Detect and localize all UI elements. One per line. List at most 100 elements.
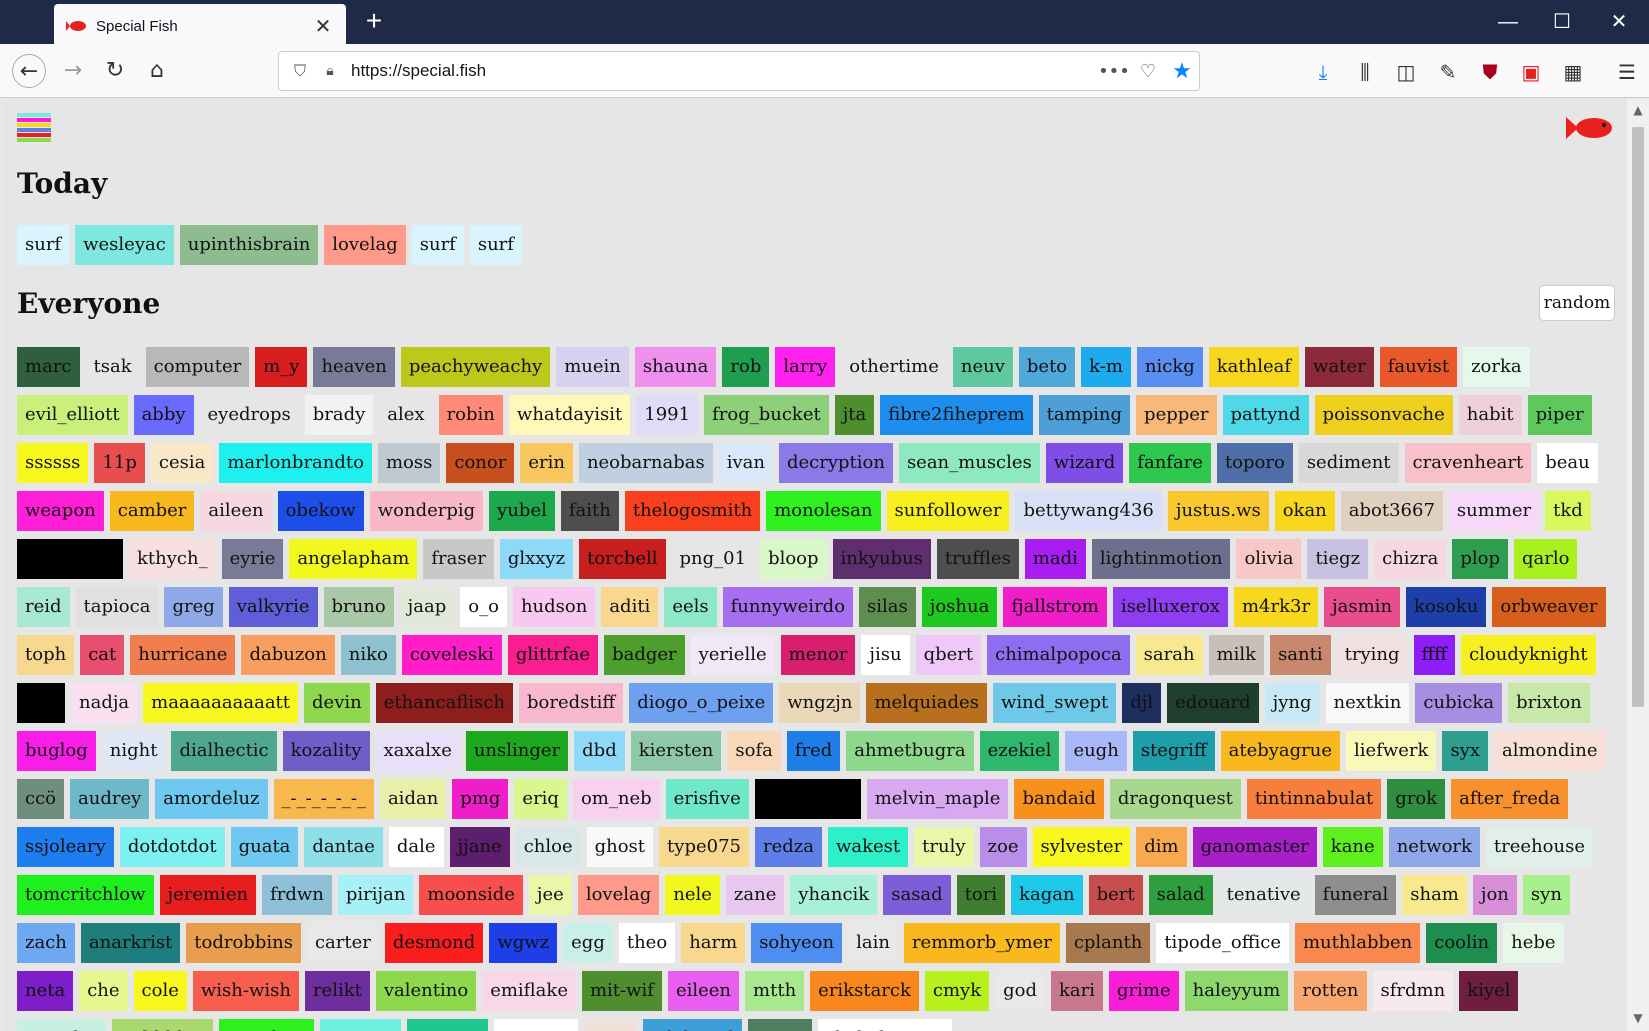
user-chip[interactable]: piper bbox=[1527, 395, 1592, 435]
user-chip[interactable]: olivia bbox=[1236, 539, 1302, 579]
user-chip[interactable]: zane bbox=[725, 875, 785, 915]
user-chip[interactable]: cole bbox=[133, 971, 187, 1011]
user-chip[interactable]: tsak bbox=[85, 347, 140, 387]
user-chip[interactable]: eyedrops bbox=[199, 395, 299, 435]
user-chip[interactable]: ezekiel bbox=[979, 731, 1060, 771]
user-chip[interactable]: bloop bbox=[760, 539, 827, 579]
user-chip[interactable]: cesia bbox=[150, 443, 214, 483]
user-chip[interactable]: cloudyknight bbox=[1461, 635, 1596, 675]
user-chip[interactable]: yhancik bbox=[790, 875, 878, 915]
user-chip[interactable]: mit-wif bbox=[581, 971, 662, 1011]
user-chip[interactable]: eriq bbox=[514, 779, 567, 819]
apps-grid-icon[interactable]: ▦ bbox=[1558, 58, 1588, 86]
user-chip[interactable]: marlonbrandto bbox=[219, 443, 372, 483]
user-chip[interactable]: ssjoleary bbox=[17, 827, 114, 867]
user-chip[interactable]: ffff bbox=[1413, 635, 1456, 675]
user-chip[interactable]: sham bbox=[1402, 875, 1467, 915]
window-close-button[interactable]: ✕ bbox=[1597, 8, 1641, 36]
user-chip[interactable]: glittrfae bbox=[507, 635, 599, 675]
user-chip[interactable]: liefwerk bbox=[1346, 731, 1437, 771]
user-chip[interactable]: nextkin bbox=[1325, 683, 1410, 723]
user-chip[interactable]: harm bbox=[681, 923, 746, 963]
user-chip[interactable]: valentino bbox=[375, 971, 477, 1011]
user-chip[interactable]: kthych_ bbox=[129, 539, 216, 579]
user-chip[interactable]: aidan bbox=[379, 779, 447, 819]
user-chip[interactable]: network bbox=[1388, 827, 1480, 867]
shield-icon[interactable]: ⛉ bbox=[289, 61, 311, 81]
user-chip[interactable]: kagan bbox=[1011, 875, 1083, 915]
user-chip[interactable]: plop bbox=[1452, 539, 1508, 579]
user-chip[interactable]: _-_-_-_-_-_ bbox=[273, 779, 374, 819]
user-chip[interactable]: faith bbox=[560, 491, 619, 531]
user-chip[interactable]: wesleyac bbox=[75, 225, 174, 265]
user-chip[interactable]: sunfollower bbox=[886, 491, 1010, 531]
user-chip[interactable]: sylvester bbox=[1032, 827, 1131, 867]
active-tab[interactable]: Special Fish ✕ bbox=[54, 4, 346, 48]
user-chip[interactable]: zorka bbox=[1463, 347, 1530, 387]
ublock-icon[interactable]: ⛊ bbox=[1475, 58, 1505, 86]
user-chip[interactable]: surf bbox=[17, 225, 70, 265]
user-chip[interactable]: jasmin bbox=[1324, 587, 1401, 627]
user-chip[interactable]: theo bbox=[618, 923, 676, 963]
minimize-button[interactable]: — bbox=[1486, 8, 1530, 36]
user-chip[interactable]: dotdotdot bbox=[119, 827, 225, 867]
user-chip[interactable]: melvin_maple bbox=[866, 779, 1009, 819]
user-chip[interactable]: tamping bbox=[1038, 395, 1131, 435]
user-chip[interactable]: nickg bbox=[1136, 347, 1203, 387]
user-chip[interactable]: rob bbox=[722, 347, 770, 387]
user-chip[interactable]: kozality bbox=[282, 731, 370, 771]
user-chip[interactable]: audrey bbox=[70, 779, 150, 819]
user-chip[interactable]: robin bbox=[438, 395, 503, 435]
color-stripes-logo-icon[interactable] bbox=[17, 113, 51, 143]
user-chip[interactable]: neobarnabas bbox=[578, 443, 713, 483]
user-chip[interactable]: obekow bbox=[277, 491, 364, 531]
user-chip[interactable]: heaven bbox=[313, 347, 395, 387]
user-chip[interactable]: tiegz bbox=[1307, 539, 1369, 579]
user-chip[interactable]: dabuzon bbox=[241, 635, 335, 675]
user-chip[interactable]: qarlo bbox=[1514, 539, 1578, 579]
user-chip[interactable]: sean_muscles bbox=[898, 443, 1040, 483]
user-chip[interactable]: lovelag bbox=[577, 875, 660, 915]
user-chip[interactable]: chizra bbox=[1374, 539, 1447, 579]
user-chip[interactable]: melquiades bbox=[866, 683, 987, 723]
user-chip[interactable]: wind_swept bbox=[992, 683, 1117, 723]
user-chip[interactable]: coolin bbox=[1426, 923, 1498, 963]
user-chip[interactable]: jon bbox=[1472, 875, 1517, 915]
user-chip[interactable]: pepper bbox=[1136, 395, 1217, 435]
user-chip[interactable]: carter bbox=[306, 923, 379, 963]
user-chip[interactable]: ethancaflisch bbox=[375, 683, 514, 723]
hamburger-menu-icon[interactable]: ☰ bbox=[1612, 58, 1642, 86]
user-chip[interactable]: cplanth bbox=[1065, 923, 1151, 963]
user-chip[interactable]: atebyagrue bbox=[1220, 731, 1341, 771]
user-chip[interactable]: buglog bbox=[17, 731, 96, 771]
user-chip[interactable]: m4rk3r bbox=[1233, 587, 1319, 627]
user-chip[interactable]: coveleski bbox=[401, 635, 502, 675]
user-chip[interactable]: kiersten bbox=[630, 731, 722, 771]
user-chip[interactable]: computer bbox=[145, 347, 250, 387]
user-chip[interactable]: tapioca bbox=[75, 587, 159, 627]
user-chip[interactable]: muein bbox=[556, 347, 629, 387]
url-bar[interactable]: ⛉ 🔒︎ https://special.fish ••• ♡ ★ bbox=[278, 51, 1200, 91]
user-chip[interactable]: rotten bbox=[1294, 971, 1367, 1011]
user-chip[interactable]: dragonquest bbox=[1109, 779, 1241, 819]
user-chip[interactable]: bruno bbox=[323, 587, 394, 627]
user-chip[interactable]: jee bbox=[528, 875, 572, 915]
user-chip[interactable]: after_freda bbox=[1451, 779, 1569, 819]
user-chip[interactable]: om_neb bbox=[572, 779, 660, 819]
user-chip[interactable]: grime bbox=[1109, 971, 1179, 1011]
user-chip[interactable]: desmond bbox=[384, 923, 484, 963]
user-chip[interactable]: kiyel bbox=[1459, 971, 1519, 1011]
user-chip[interactable]: shauna bbox=[634, 347, 717, 387]
user-chip[interactable]: png_01 bbox=[671, 539, 755, 579]
user-chip[interactable]: beau bbox=[1537, 443, 1598, 483]
user-chip[interactable]: trying bbox=[1336, 635, 1408, 675]
user-chip[interactable]: bandaid bbox=[1014, 779, 1104, 819]
user-chip[interactable]: ahmetbugra bbox=[846, 731, 974, 771]
user-chip[interactable]: menor bbox=[780, 635, 856, 675]
user-chip[interactable]: ganomaster bbox=[1192, 827, 1317, 867]
user-chip[interactable]: stegriff bbox=[1132, 731, 1215, 771]
user-chip[interactable]: yvonne bbox=[319, 1019, 401, 1031]
user-chip[interactable]: evil_elliott bbox=[17, 395, 128, 435]
user-chip[interactable]: moonside bbox=[419, 875, 523, 915]
user-chip[interactable]: todrobbins bbox=[186, 923, 301, 963]
